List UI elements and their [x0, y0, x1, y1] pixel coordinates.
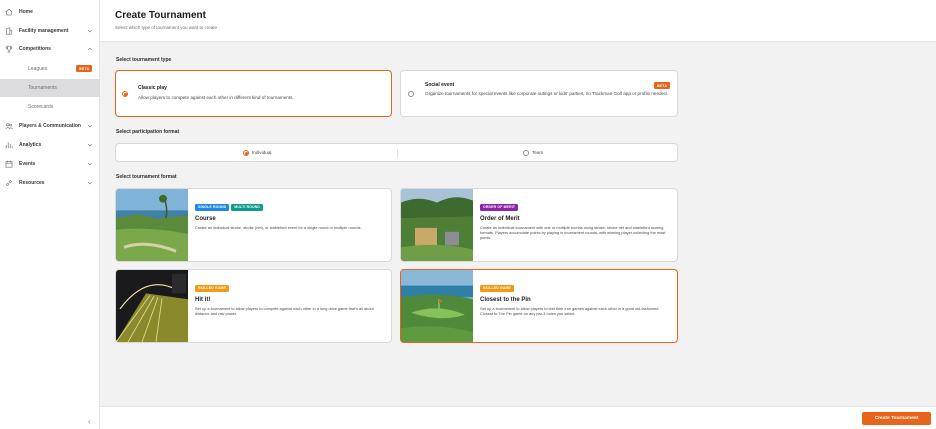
radio-classic-play[interactable] [122, 91, 128, 97]
tournament-type-desc: Allow players to compete against each ot… [138, 95, 294, 100]
sidebar-item-players-communication[interactable]: Players & Communication [0, 117, 100, 135]
beta-badge: BETA [654, 82, 671, 89]
tournament-type-desc: Organize tournaments for special events … [425, 91, 668, 96]
trophy-icon [5, 45, 13, 53]
page-header: Create Tournament Select which type of t… [100, 0, 936, 42]
chevron-down-icon [87, 29, 93, 33]
tag-order-of-merit: ORDER OF MERIT [480, 203, 519, 211]
sidebar-item-label: Analytics [19, 142, 42, 148]
tag-single-round: SINGLE ROUND [195, 203, 230, 211]
sidebar-item-label: Facility management [19, 28, 69, 34]
beta-badge: BETA [76, 65, 93, 72]
sidebar-item-analytics[interactable]: Analytics [0, 136, 100, 154]
chevron-down-icon [87, 181, 93, 185]
sidebar-item-facility-management[interactable]: Facility management [0, 22, 100, 40]
sidebar: Home Facility management Competitions Le… [0, 0, 100, 429]
section-label-tournament-format: Select tournament format [116, 174, 177, 180]
create-tournament-button[interactable]: Create Tournament [862, 412, 931, 425]
format-card-desc: Create an individual tournament with one… [480, 225, 666, 241]
format-card-body: SKILLED GAME Closest to the Pin Set up a… [480, 276, 671, 316]
sidebar-item-competitions[interactable]: Competitions [0, 40, 100, 58]
format-card-course[interactable]: SINGLE ROUND MULTI ROUND Course Create an… [115, 188, 392, 262]
section-label-tournament-type: Select tournament type [116, 57, 172, 63]
sidebar-item-label: Leagues [28, 66, 48, 72]
link-icon [6, 180, 12, 186]
radio-team[interactable] [523, 150, 529, 156]
sidebar-item-label: Scorecards [28, 104, 54, 110]
tournament-type-title: Classic play [138, 85, 167, 91]
closest-to-the-pin-image [401, 270, 473, 342]
chevron-down-icon [87, 162, 93, 166]
page-title: Create Tournament [115, 10, 206, 21]
format-card-title: Order of Merit [480, 216, 520, 222]
sidebar-item-home[interactable]: Home [0, 3, 100, 21]
calendar-icon [5, 160, 13, 168]
hit-it-image [116, 270, 188, 342]
sidebar-item-label: Tournaments [28, 85, 57, 91]
participation-format-selector: Individual Team [115, 143, 678, 162]
chevron-up-icon [87, 47, 93, 51]
page-footer: Create Tournament [100, 406, 936, 429]
course-image [116, 189, 188, 261]
chevron-down-icon [87, 124, 93, 128]
format-card-body: SINGLE ROUND MULTI ROUND Course Create an… [195, 195, 385, 230]
page-subtitle: Select which type of tournament you want… [115, 25, 218, 30]
collapse-sidebar-button[interactable]: ‹ [88, 418, 91, 426]
tag-skilled-game: SKILLED GAME [480, 284, 515, 292]
format-card-title: Course [195, 216, 216, 222]
sidebar-item-scorecards[interactable]: Scorecards [0, 98, 100, 116]
sidebar-item-label: Resources [19, 180, 45, 186]
format-card-desc: Set up a tournament to allow players to … [480, 306, 659, 317]
radio-individual[interactable] [243, 150, 249, 156]
format-card-title: Closest to the Pin [480, 297, 531, 303]
sidebar-item-label: Home [19, 9, 33, 15]
tag-multi-round: MULTI ROUND [231, 203, 264, 211]
option-team-label[interactable]: Team [532, 150, 543, 155]
option-individual-label[interactable]: Individual [252, 150, 271, 155]
order-of-merit-image [401, 189, 473, 261]
sidebar-item-label: Competitions [19, 46, 51, 52]
tournament-type-title: Social event [425, 82, 455, 88]
format-card-closest-to-the-pin[interactable]: SKILLED GAME Closest to the Pin Set up a… [400, 269, 678, 343]
format-card-order-of-merit[interactable]: ORDER OF MERIT Order of Merit Create an … [400, 188, 678, 262]
format-card-hit-it[interactable]: SKILLED GAME Hit it! Set up a tournament… [115, 269, 392, 343]
sidebar-item-events[interactable]: Events [0, 155, 100, 173]
tag-skilled-game: SKILLED GAME [195, 284, 230, 292]
section-label-participation: Select participation format [116, 129, 180, 135]
format-card-body: SKILLED GAME Hit it! Set up a tournament… [195, 276, 385, 316]
analytics-icon [5, 142, 13, 149]
sidebar-item-leagues[interactable]: Leagues BETA [0, 60, 100, 78]
sidebar-item-label: Events [19, 161, 36, 167]
sidebar-item-tournaments[interactable]: Tournaments [0, 79, 100, 97]
divider [397, 149, 398, 158]
home-icon [5, 8, 13, 16]
players-icon [5, 123, 13, 130]
format-card-title: Hit it! [195, 297, 211, 303]
format-card-desc: Set up a tournament to allow players to … [195, 306, 374, 317]
sidebar-item-label: Players & Communication [19, 123, 81, 129]
tournament-type-classic-play[interactable]: Classic play Allow players to compete ag… [115, 70, 392, 117]
facility-icon [5, 27, 13, 35]
sidebar-item-resources[interactable]: Resources [0, 174, 100, 192]
chevron-down-icon [87, 143, 93, 147]
format-card-desc: Create an individual stroke, stroke (net… [195, 225, 362, 230]
format-card-body: ORDER OF MERIT Order of Merit Create an … [480, 195, 671, 241]
radio-social-event[interactable] [408, 91, 414, 97]
tournament-type-social-event[interactable]: Social event BETA Organize tournaments f… [400, 70, 678, 117]
